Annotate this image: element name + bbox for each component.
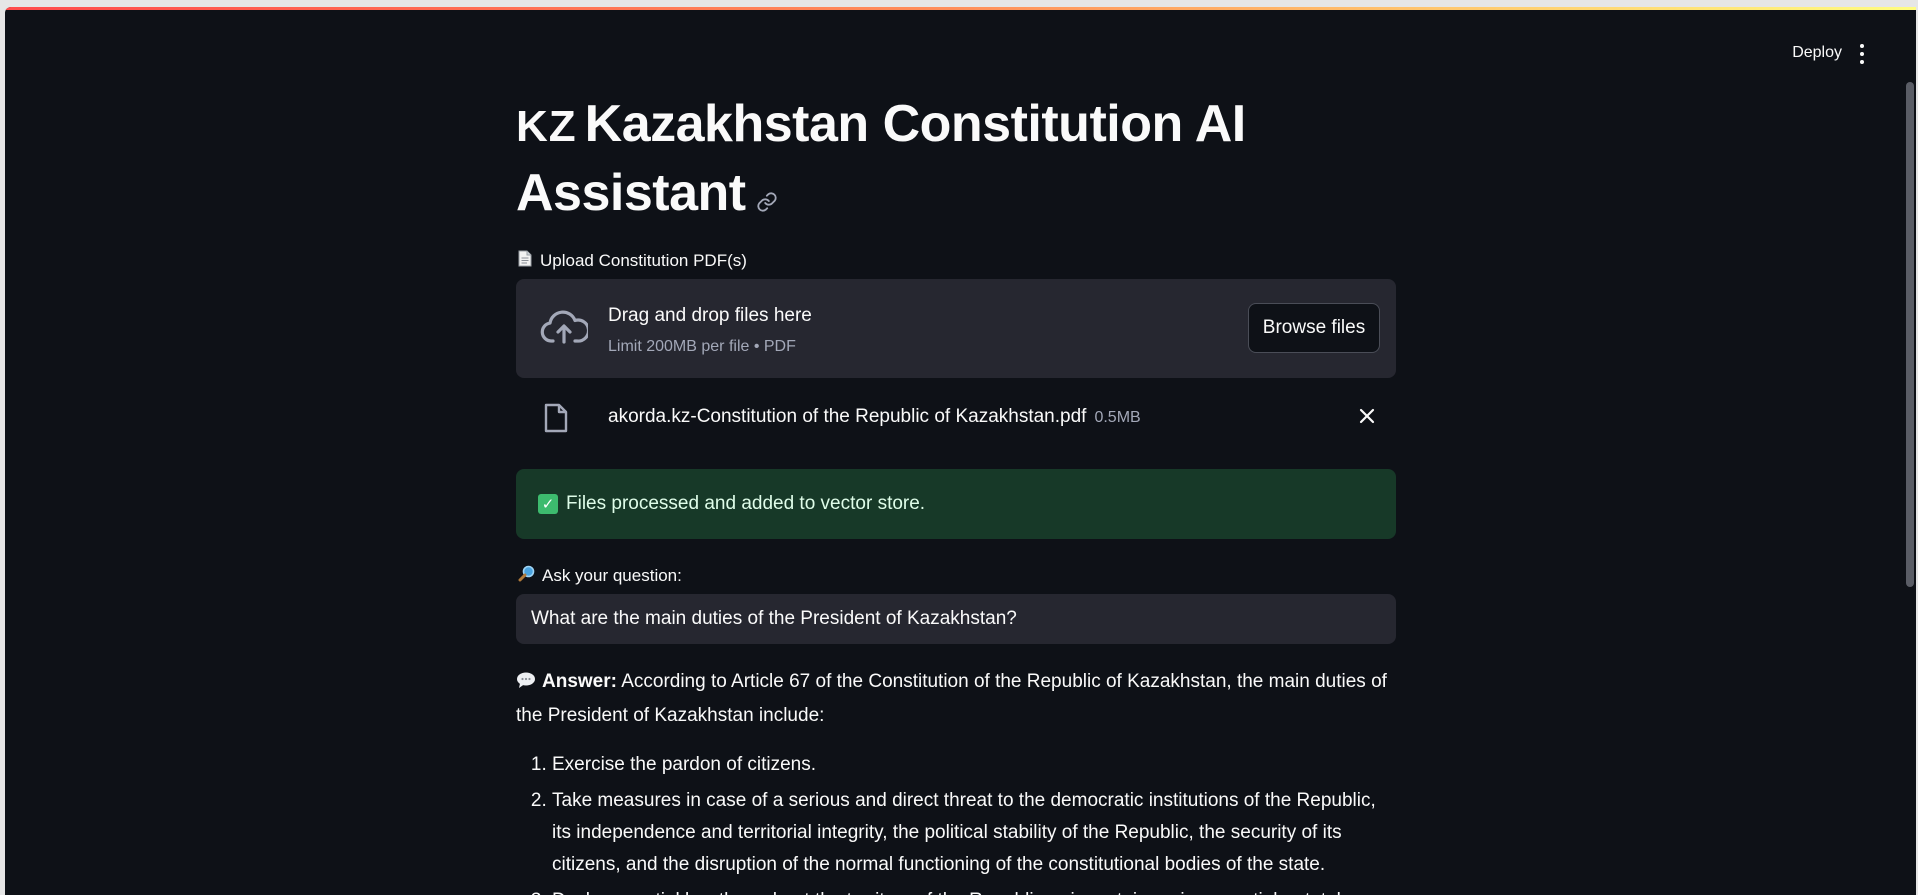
list-item: Exercise the pardon of citizens. <box>552 749 1396 781</box>
cloud-upload-icon <box>540 308 591 351</box>
success-message: Files processed and added to vector stor… <box>566 493 926 514</box>
answer-intro-paragraph: Answer: According to Article 67 of the C… <box>516 666 1396 732</box>
uploaded-file-row: akorda.kz-Constitution of the Republic o… <box>516 392 1396 442</box>
question-label-text: Ask your question: <box>542 565 682 585</box>
deploy-button[interactable]: Deploy <box>1792 44 1842 62</box>
scrollbar[interactable] <box>1906 82 1914 587</box>
answer-prefix: Answer: <box>542 671 617 692</box>
close-icon[interactable] <box>1358 407 1376 430</box>
question-input[interactable] <box>516 594 1396 644</box>
file-dropzone[interactable]: Drag and drop files here Limit 200MB per… <box>516 279 1396 378</box>
file-icon <box>544 403 568 438</box>
file-name: akorda.kz-Constitution of the Republic o… <box>608 406 1141 428</box>
document-icon <box>518 250 532 272</box>
app-window: Deploy KZ Kazakhstan Constitution AI Assi… <box>5 7 1916 895</box>
list-item: Take measures in case of a serious and d… <box>552 785 1396 881</box>
magnifier-icon <box>518 564 536 587</box>
check-icon: ✓ <box>538 494 558 514</box>
main-menu-icon[interactable] <box>1852 42 1872 66</box>
success-alert: ✓ Files processed and added to vector st… <box>516 469 1396 539</box>
upload-label-text: Upload Constitution PDF(s) <box>540 251 747 270</box>
page-title: KZ Kazakhstan Constitution AI Assistant <box>516 91 1396 229</box>
header-decoration <box>5 7 1916 10</box>
answer-intro: According to Article 67 of the Constitut… <box>516 671 1387 726</box>
file-size: 0.5MB <box>1094 409 1141 426</box>
link-icon[interactable] <box>756 163 778 229</box>
title-text: Kazakhstan Constitution AI Assistant <box>516 95 1246 222</box>
answer-list: Exercise the pardon of citizens. Take me… <box>516 749 1396 895</box>
browse-files-button[interactable]: Browse files <box>1248 303 1380 353</box>
upload-label: Upload Constitution PDF(s) <box>518 250 747 272</box>
question-label: Ask your question: <box>518 564 682 587</box>
answer-block: Answer: According to Article 67 of the C… <box>516 666 1396 895</box>
speech-bubble-icon <box>516 668 536 700</box>
flag-kz: KZ <box>516 102 577 151</box>
list-item: Declare martial law throughout the terri… <box>552 885 1396 895</box>
file-name-text: akorda.kz-Constitution of the Republic o… <box>608 406 1087 427</box>
dropzone-subtitle: Limit 200MB per file • PDF <box>608 338 796 355</box>
dropzone-title: Drag and drop files here <box>608 305 812 326</box>
